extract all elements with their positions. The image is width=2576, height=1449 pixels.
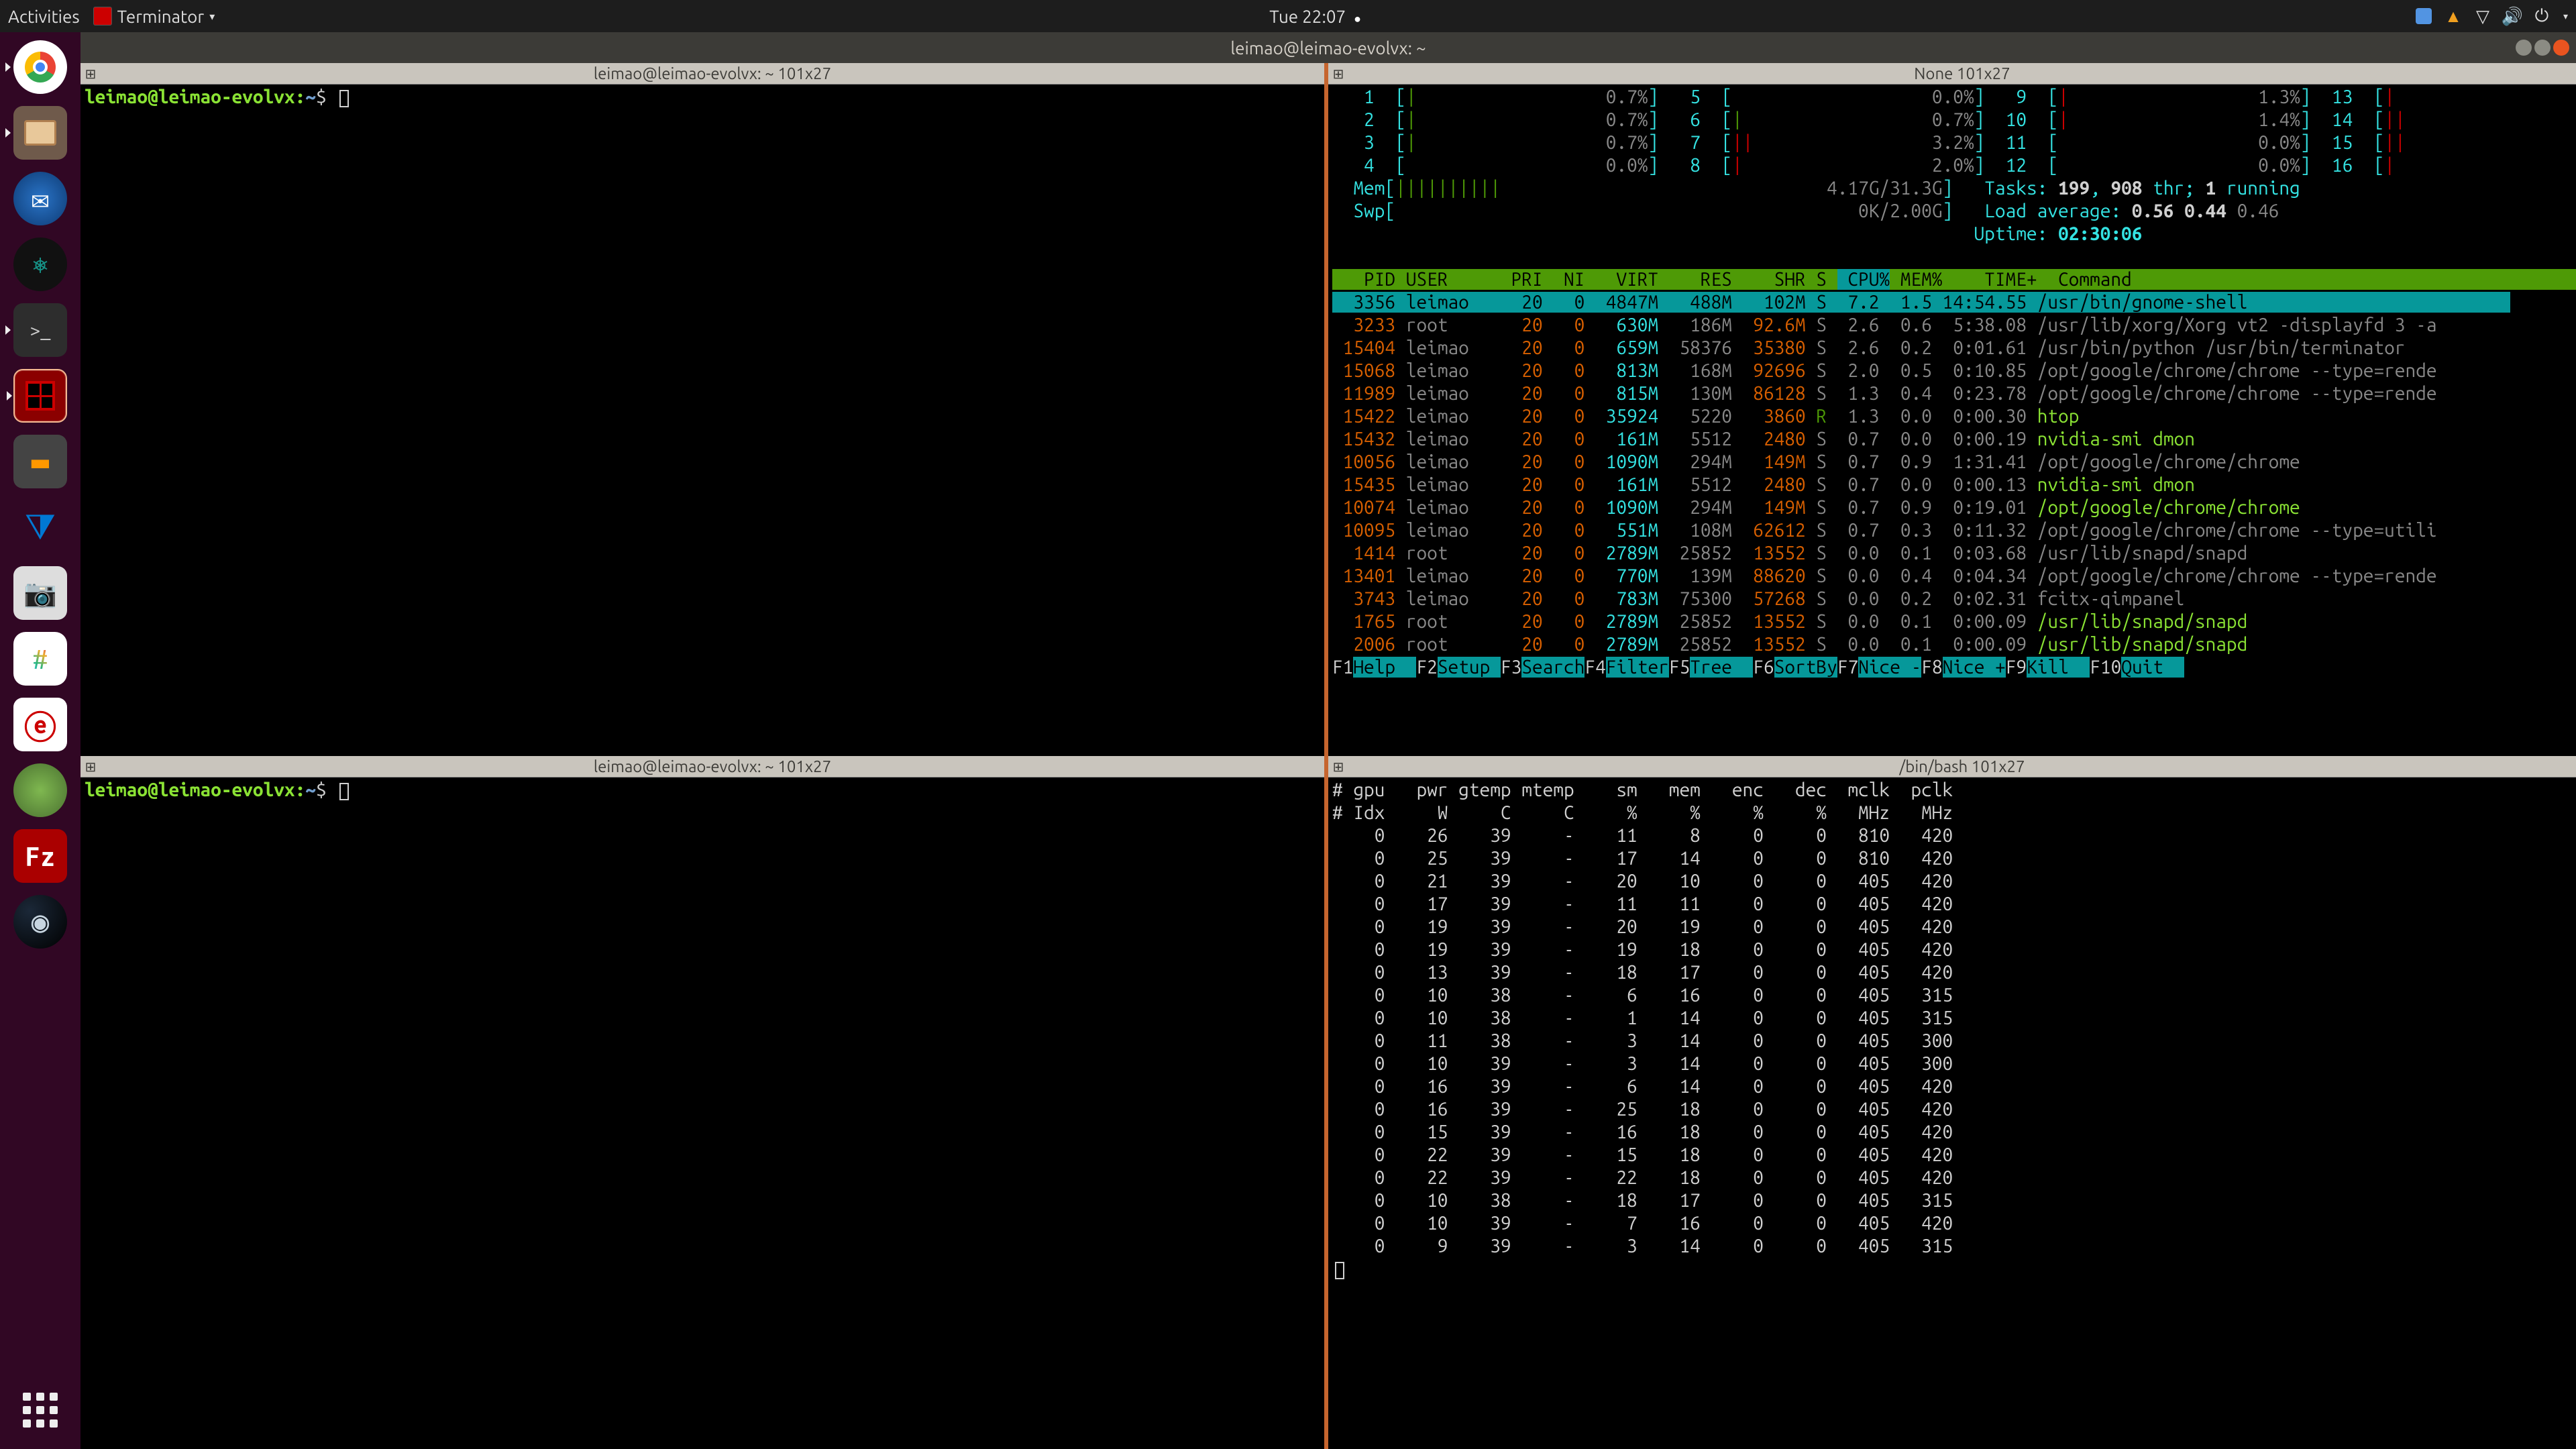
terminator-icon — [93, 7, 112, 25]
chevron-down-icon: ▾ — [209, 10, 215, 23]
status-icon-flame[interactable]: ▲ — [2445, 8, 2461, 24]
pane-top-right[interactable]: ⊞None 101x27 1 [| 0.7%] 5 [ 0.0%] 9 [| 1… — [1328, 63, 2576, 756]
volume-icon[interactable]: 🔊 — [2504, 8, 2520, 24]
pane-menu-icon[interactable]: ⊞ — [83, 66, 98, 82]
pane-menu-icon[interactable]: ⊞ — [1331, 66, 1346, 82]
terminal-body[interactable]: leimao@leimao-evolvx:~$ — [80, 85, 1324, 756]
pane-bottom-left[interactable]: ⊞leimao@leimao-evolvx: ~ 101x27 leimao@l… — [80, 756, 1328, 1449]
launcher-pdf[interactable]: ⓔ — [13, 698, 67, 751]
launcher-slack[interactable]: # — [13, 632, 67, 686]
status-icon-1[interactable] — [2416, 8, 2432, 24]
nvidia-smi-output[interactable]: # gpu pwr gtemp mtemp sm mem enc dec mcl… — [1328, 777, 2576, 1449]
show-applications-icon[interactable] — [20, 1390, 60, 1430]
launcher-screenshot[interactable]: 📷 — [13, 566, 67, 620]
window-title: leimao@leimao-evolvx: ~ — [1230, 38, 1426, 58]
window-minimize-button[interactable] — [2516, 40, 2532, 56]
launcher-chrome[interactable] — [13, 40, 67, 94]
pane-top-left[interactable]: ⊞leimao@leimao-evolvx: ~ 101x27 leimao@l… — [80, 63, 1328, 756]
htop-output[interactable]: 1 [| 0.7%] 5 [ 0.0%] 9 [| 1.3%] 13 [| 1.… — [1328, 85, 2576, 756]
chevron-down-icon[interactable]: ▾ — [2563, 11, 2568, 22]
app-menu[interactable]: Terminator ▾ — [93, 7, 215, 26]
pane-title[interactable]: ⊞None 101x27 — [1328, 63, 2576, 85]
clock[interactable]: Tue 22:07 ● — [215, 7, 2416, 26]
launcher-terminal[interactable]: >_ — [13, 303, 67, 357]
terminator-panes: ⊞leimao@leimao-evolvx: ~ 101x27 leimao@l… — [80, 63, 2576, 1449]
pane-menu-icon[interactable]: ⊞ — [83, 759, 98, 775]
pane-title[interactable]: ⊞/bin/bash 101x27 — [1328, 756, 2576, 777]
launcher-files[interactable] — [13, 106, 67, 160]
notification-dot-icon: ● — [1354, 12, 1361, 25]
launcher-cisco[interactable] — [13, 763, 67, 817]
launcher-dock: ✉ ⎈ >_ ▬ ⧩ 📷 # ⓔ Fz ◉ — [0, 32, 80, 1449]
power-icon[interactable]: ⏻ — [2534, 8, 2550, 24]
terminal-body[interactable]: leimao@leimao-evolvx:~$ — [80, 777, 1324, 1449]
activities-button[interactable]: Activities — [8, 7, 80, 26]
launcher-filezilla[interactable]: Fz — [13, 829, 67, 883]
window-close-button[interactable] — [2553, 40, 2569, 56]
launcher-sublime[interactable]: ▬ — [13, 435, 67, 488]
launcher-gitkraken[interactable]: ⎈ — [13, 237, 67, 291]
launcher-vscode[interactable]: ⧩ — [13, 500, 67, 554]
cursor-icon — [339, 783, 349, 800]
network-icon[interactable]: ▽ — [2475, 8, 2491, 24]
app-menu-label: Terminator — [117, 7, 205, 26]
window-titlebar[interactable]: leimao@leimao-evolvx: ~ — [80, 32, 2576, 63]
pane-bottom-right[interactable]: ⊞/bin/bash 101x27 # gpu pwr gtemp mtemp … — [1328, 756, 2576, 1449]
gnome-topbar: Activities Terminator ▾ Tue 22:07 ● ▲ ▽ … — [0, 0, 2576, 32]
window-maximize-button[interactable] — [2534, 40, 2551, 56]
launcher-terminator[interactable] — [13, 369, 67, 423]
launcher-steam[interactable]: ◉ — [13, 895, 67, 949]
launcher-thunderbird[interactable]: ✉ — [13, 172, 67, 225]
pane-menu-icon[interactable]: ⊞ — [1331, 759, 1346, 775]
pane-title[interactable]: ⊞leimao@leimao-evolvx: ~ 101x27 — [80, 756, 1324, 777]
terminator-window: leimao@leimao-evolvx: ~ ⊞leimao@leimao-e… — [80, 32, 2576, 1449]
cursor-icon — [339, 90, 349, 107]
pane-title[interactable]: ⊞leimao@leimao-evolvx: ~ 101x27 — [80, 63, 1324, 85]
